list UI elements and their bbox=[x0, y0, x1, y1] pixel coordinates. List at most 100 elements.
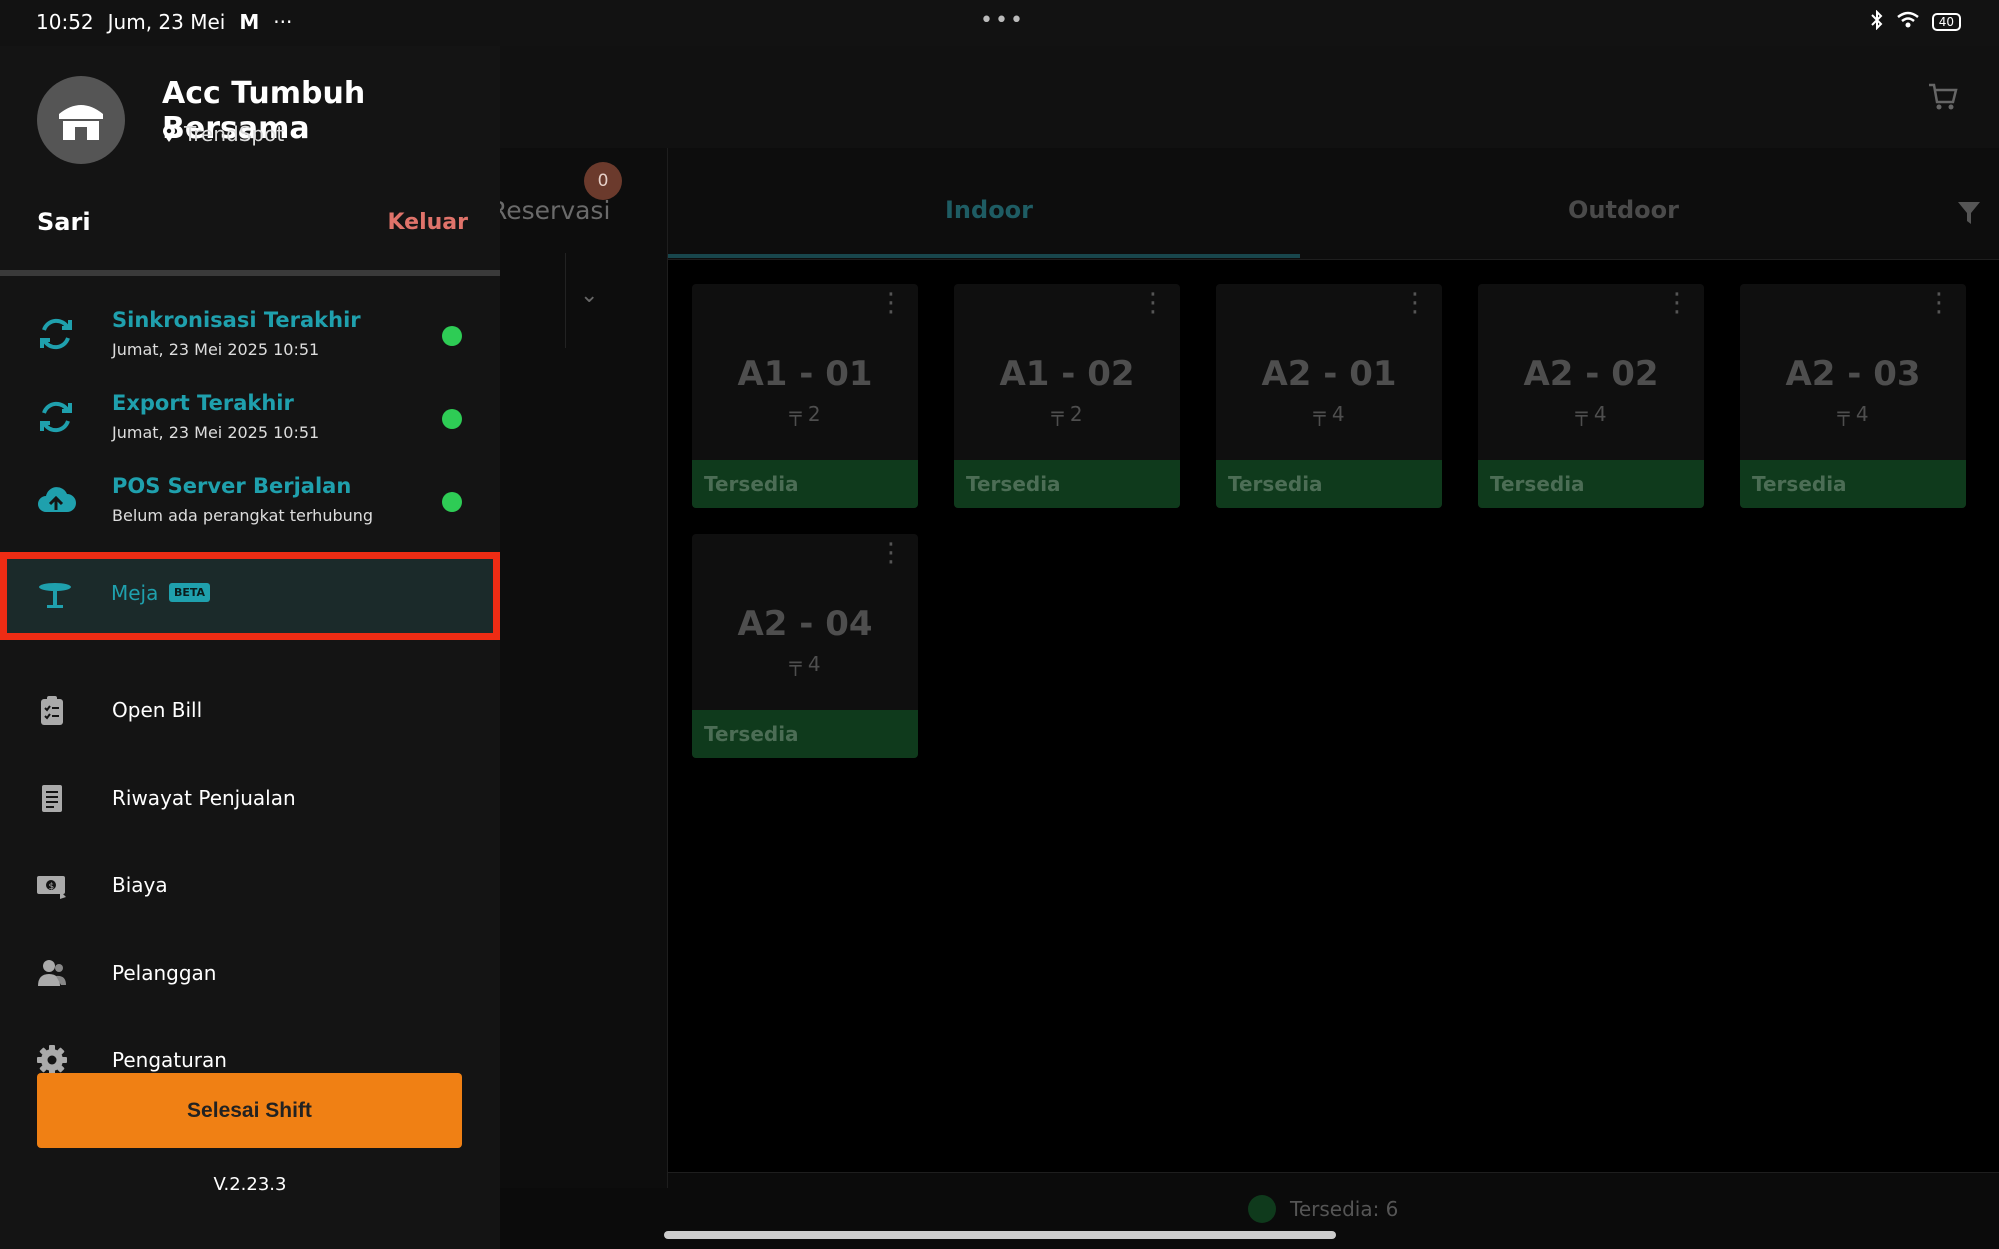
available-legend-dot bbox=[1248, 1195, 1276, 1223]
menu-item-pelanggan[interactable]: Pelanggan bbox=[0, 939, 500, 1009]
pos-server-status-item[interactable]: POS Server Berjalan Belum ada perangkat … bbox=[0, 470, 500, 540]
table-seat-icon: ╤ bbox=[789, 402, 808, 426]
table-status: Tersedia bbox=[692, 710, 918, 758]
cart-icon[interactable] bbox=[1927, 82, 1959, 112]
table-name: A2 - 03 bbox=[1785, 354, 1921, 394]
tab-outdoor[interactable]: Outdoor bbox=[1568, 196, 1679, 224]
logout-button[interactable]: Keluar bbox=[388, 210, 468, 235]
store-location: TrendSpot bbox=[162, 122, 284, 146]
store-avatar bbox=[37, 76, 125, 164]
table-icon bbox=[39, 583, 71, 608]
table-card[interactable]: ⋮ A2 - 01 ╤ 4 Tersedia bbox=[1216, 284, 1442, 508]
table-status: Tersedia bbox=[1216, 460, 1442, 508]
menu-item-open-bill-label: Open Bill bbox=[112, 698, 203, 722]
svg-text:$: $ bbox=[49, 882, 55, 892]
table-seat-icon: ╤ bbox=[1575, 402, 1594, 426]
area-dropdown[interactable]: ⌄ bbox=[565, 253, 617, 348]
wifi-icon bbox=[1896, 11, 1920, 33]
more-vertical-icon[interactable]: ⋮ bbox=[1926, 290, 1952, 316]
reservasi-tab[interactable]: Reservasi bbox=[490, 196, 610, 225]
chevron-down-icon: ⌄ bbox=[580, 283, 599, 308]
table-name: A1 - 01 bbox=[737, 354, 873, 394]
store-location-text: TrendSpot bbox=[184, 122, 285, 146]
available-count: Tersedia: 6 bbox=[1290, 1197, 1399, 1221]
table-seats: ╤ 4 bbox=[789, 652, 821, 676]
menu-item-meja-label: Meja bbox=[111, 581, 159, 605]
table-status: Tersedia bbox=[1740, 460, 1966, 508]
table-seats: ╤ 4 bbox=[1575, 402, 1607, 426]
table-name: A2 - 04 bbox=[737, 604, 873, 644]
battery-icon: 40 bbox=[1931, 13, 1961, 31]
sync-icon bbox=[40, 318, 72, 350]
store-icon bbox=[59, 105, 103, 140]
export-status-time: Jumat, 23 Mei 2025 10:51 bbox=[112, 423, 320, 442]
area-tabs: Indoor Outdoor bbox=[668, 148, 1999, 260]
export-status-dot bbox=[442, 409, 462, 429]
table-seat-icon: ╤ bbox=[1837, 402, 1856, 426]
app-version: V.2.23.3 bbox=[213, 1174, 287, 1195]
pos-server-status-detail: Belum ada perangkat terhubung bbox=[112, 506, 374, 525]
table-seats: ╤ 4 bbox=[1313, 402, 1345, 426]
table-seat-icon: ╤ bbox=[1313, 402, 1332, 426]
table-seats: ╤ 2 bbox=[789, 402, 821, 426]
sync-status-item[interactable]: Sinkronisasi Terakhir Jumat, 23 Mei 2025… bbox=[0, 304, 500, 374]
table-seats: ╤ 2 bbox=[1051, 402, 1083, 426]
more-notifications-icon: ··· bbox=[273, 10, 293, 34]
more-vertical-icon[interactable]: ⋮ bbox=[1664, 290, 1690, 316]
status-bar: 10:52 Jum, 23 Mei M ··· ••• 40 bbox=[0, 0, 1999, 46]
menu-item-pengaturan-label: Pengaturan bbox=[112, 1048, 227, 1072]
tab-indoor[interactable]: Indoor bbox=[945, 196, 1033, 224]
beta-badge: BETA bbox=[169, 583, 211, 602]
home-indicator[interactable] bbox=[664, 1231, 1336, 1239]
table-grid: ⋮ A1 - 01 ╤ 2 Tersedia ⋮ A1 - 02 ╤ 2 Ter… bbox=[668, 260, 1999, 1188]
export-status-title: Export Terakhir bbox=[112, 391, 294, 415]
menu-item-open-bill[interactable]: Open Bill bbox=[0, 676, 500, 746]
table-name: A1 - 02 bbox=[999, 354, 1135, 394]
active-tab-indicator bbox=[668, 254, 1300, 258]
table-seats: ╤ 4 bbox=[1837, 402, 1869, 426]
filter-icon[interactable] bbox=[1957, 200, 1981, 226]
table-card[interactable]: ⋮ A1 - 02 ╤ 2 Tersedia bbox=[954, 284, 1180, 508]
pos-server-status-title: POS Server Berjalan bbox=[112, 474, 352, 498]
table-seat-icon: ╤ bbox=[789, 652, 808, 676]
table-card[interactable]: ⋮ A1 - 01 ╤ 2 Tersedia bbox=[692, 284, 918, 508]
sync-status-dot bbox=[442, 326, 462, 346]
clipboard-icon bbox=[41, 696, 63, 725]
sync-status-time: Jumat, 23 Mei 2025 10:51 bbox=[112, 340, 320, 359]
menu-item-biaya-label: Biaya bbox=[112, 873, 168, 897]
multitask-dots-icon[interactable]: ••• bbox=[980, 8, 1025, 33]
menu-item-pelanggan-label: Pelanggan bbox=[112, 961, 217, 985]
gear-icon bbox=[37, 1045, 67, 1075]
mail-icon: M bbox=[239, 10, 260, 34]
table-name: A2 - 01 bbox=[1261, 354, 1397, 394]
table-card[interactable]: ⋮ A2 - 04 ╤ 4 Tersedia bbox=[692, 534, 918, 758]
more-vertical-icon[interactable]: ⋮ bbox=[1140, 290, 1166, 316]
table-seat-icon: ╤ bbox=[1051, 402, 1070, 426]
people-icon bbox=[38, 960, 66, 986]
menu-item-riwayat-penjualan-label: Riwayat Penjualan bbox=[112, 786, 296, 810]
location-pin-icon bbox=[163, 125, 175, 142]
drawer-divider bbox=[0, 270, 500, 276]
document-icon bbox=[42, 785, 62, 812]
menu-item-biaya[interactable]: $ Biaya bbox=[0, 851, 500, 921]
export-status-item[interactable]: Export Terakhir Jumat, 23 Mei 2025 10:51 bbox=[0, 387, 500, 457]
table-status: Tersedia bbox=[692, 460, 918, 508]
more-vertical-icon[interactable]: ⋮ bbox=[878, 540, 904, 566]
table-card[interactable]: ⋮ A2 - 02 ╤ 4 Tersedia bbox=[1478, 284, 1704, 508]
table-status: Tersedia bbox=[1478, 460, 1704, 508]
navigation-drawer: Acc Tumbuh Bersama TrendSpot Sari Keluar… bbox=[0, 46, 500, 1249]
end-shift-button[interactable]: Selesai Shift bbox=[37, 1073, 462, 1148]
table-card[interactable]: ⋮ A2 - 03 ╤ 4 Tersedia bbox=[1740, 284, 1966, 508]
export-sync-icon bbox=[40, 401, 72, 433]
more-vertical-icon[interactable]: ⋮ bbox=[1402, 290, 1428, 316]
more-vertical-icon[interactable]: ⋮ bbox=[878, 290, 904, 316]
status-time: 10:52 bbox=[36, 10, 94, 34]
pos-server-status-dot bbox=[442, 492, 462, 512]
bluetooth-icon bbox=[1870, 9, 1884, 34]
menu-item-meja[interactable]: Meja BETA bbox=[0, 552, 500, 640]
sync-status-title: Sinkronisasi Terakhir bbox=[112, 308, 361, 332]
user-name: Sari bbox=[37, 208, 91, 236]
menu-item-riwayat-penjualan[interactable]: Riwayat Penjualan bbox=[0, 764, 500, 834]
money-icon: $ bbox=[37, 876, 66, 899]
table-name: A2 - 02 bbox=[1523, 354, 1659, 394]
